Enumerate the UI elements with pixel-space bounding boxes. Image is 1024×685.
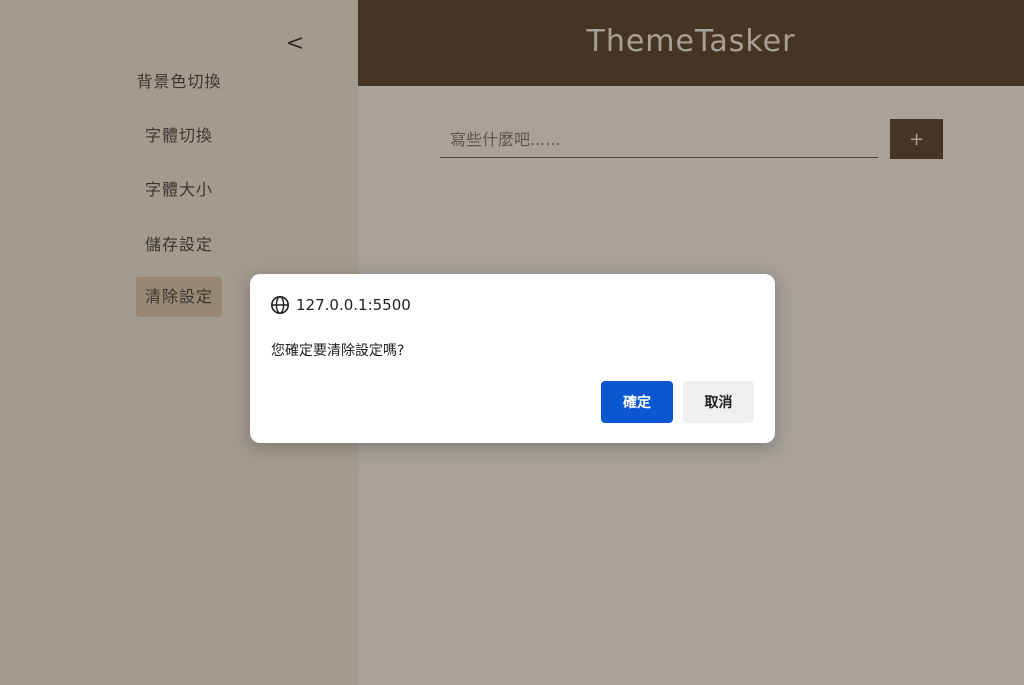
confirm-dialog: 127.0.0.1:5500 您確定要清除設定嗎? 確定 取消	[250, 274, 775, 443]
dialog-origin-text: 127.0.0.1:5500	[296, 296, 411, 314]
dialog-origin: 127.0.0.1:5500	[270, 294, 411, 316]
app-window: < 背景色切換 字體切換 字體大小 儲存設定 清除設定 ThemeTasker …	[0, 0, 1024, 685]
ok-button[interactable]: 確定	[601, 381, 673, 423]
globe-icon	[271, 296, 289, 314]
dialog-message: 您確定要清除設定嗎?	[271, 343, 405, 359]
cancel-button[interactable]: 取消	[683, 381, 754, 423]
